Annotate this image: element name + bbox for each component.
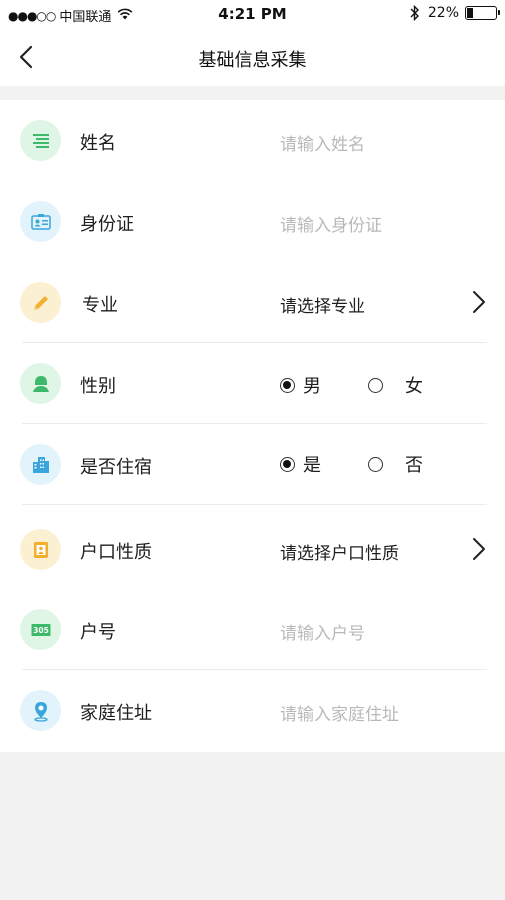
address-input[interactable]: 请输入家庭住址 (280, 700, 399, 725)
person-icon (20, 363, 61, 404)
major-row[interactable]: 专业 请选择专业 (0, 262, 505, 343)
boarding-row: 是否住宿 是 否 (0, 424, 505, 505)
bluetooth-icon (410, 5, 419, 21)
chevron-right-icon[interactable] (471, 289, 487, 315)
boarding-label: 是否住宿 (80, 457, 152, 478)
chevron-right-icon[interactable] (471, 536, 487, 562)
room-number-text: 305 (33, 626, 49, 635)
address-row[interactable]: 家庭住址 请输入家庭住址 (0, 670, 505, 751)
room-number-icon: 305 (20, 609, 61, 650)
battery-info: 22% (410, 5, 500, 21)
name-row[interactable]: 姓名 请输入姓名 (0, 100, 505, 181)
radio-checked-icon[interactable] (280, 377, 295, 393)
info-form: 姓名 请输入姓名 身份证 请输入身份证 专业 请选择专业 性别 男 女 是否住宿… (0, 100, 505, 752)
building-icon (20, 444, 61, 485)
radio-checked-icon[interactable] (280, 456, 295, 472)
household-type-select[interactable]: 请选择户口性质 (280, 539, 399, 564)
major-select[interactable]: 请选择专业 (280, 292, 365, 317)
gender-row: 性别 男 女 (0, 343, 505, 424)
address-label: 家庭住址 (80, 703, 152, 724)
gender-option-male[interactable]: 男 (280, 372, 321, 398)
id-card-row[interactable]: 身份证 请输入身份证 (0, 181, 505, 262)
contact-book-icon (20, 529, 61, 570)
household-no-label: 户号 (80, 622, 116, 643)
name-input[interactable]: 请输入姓名 (280, 130, 365, 155)
gender-label: 性别 (80, 376, 116, 397)
id-card-icon (20, 201, 61, 242)
boarding-option-yes[interactable]: 是 (280, 451, 321, 477)
radio-unchecked-icon[interactable] (368, 377, 383, 393)
household-no-input[interactable]: 请输入户号 (280, 619, 365, 644)
pencil-icon (20, 282, 61, 323)
battery-icon (465, 6, 500, 20)
gender-female-label: 女 (405, 376, 423, 397)
id-card-input[interactable]: 请输入身份证 (280, 211, 382, 236)
boarding-option-no[interactable]: 否 (368, 451, 423, 477)
status-bar: ●●●○○ 中国联通 4:21 PM 22% (0, 0, 505, 28)
location-pin-icon (20, 690, 61, 731)
major-label: 专业 (82, 295, 118, 316)
radio-unchecked-icon[interactable] (368, 456, 383, 472)
id-card-label: 身份证 (80, 214, 134, 235)
battery-percent: 22% (427, 5, 459, 21)
nav-bar: 基础信息采集 (0, 28, 505, 86)
list-icon (20, 120, 61, 161)
name-label: 姓名 (80, 133, 116, 154)
divider (22, 504, 487, 505)
page-title: 基础信息采集 (198, 50, 307, 71)
battery-fill (467, 8, 473, 18)
gender-male-label: 男 (303, 376, 321, 397)
boarding-yes-label: 是 (303, 455, 321, 476)
household-no-row[interactable]: 305 户号 请输入户号 (0, 589, 505, 670)
gender-option-female[interactable]: 女 (368, 372, 423, 398)
household-type-label: 户口性质 (80, 542, 152, 563)
boarding-no-label: 否 (405, 455, 423, 476)
household-type-row[interactable]: 户口性质 请选择户口性质 (0, 509, 505, 590)
